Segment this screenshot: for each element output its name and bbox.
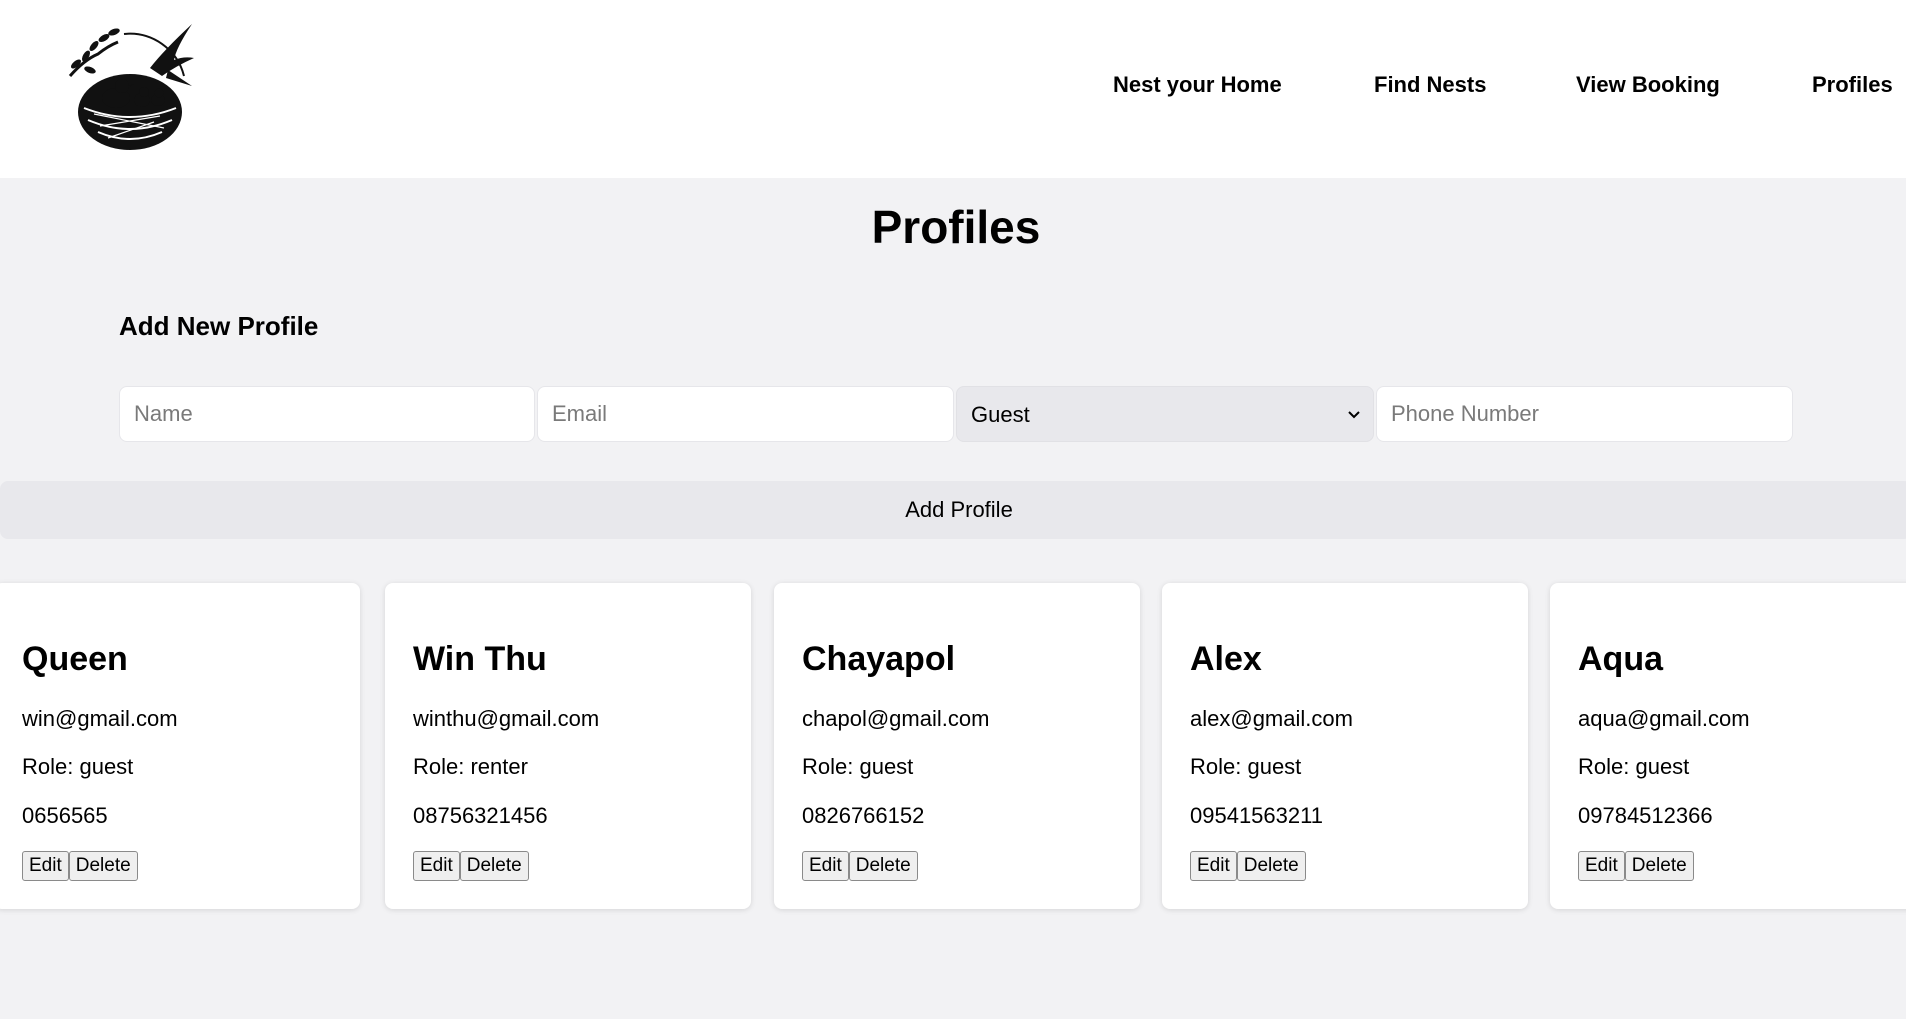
page-title: Profiles bbox=[871, 201, 1041, 253]
profile-phone: 09784512366 bbox=[1578, 803, 1713, 828]
profile-phone: 09541563211 bbox=[1190, 803, 1323, 828]
profile-role: Role: guest bbox=[1190, 754, 1302, 779]
profile-role: Role: renter bbox=[413, 754, 528, 779]
profile-role: Role: guest bbox=[802, 754, 914, 779]
profile-phone: 0656565 bbox=[22, 803, 108, 828]
phone-number-input[interactable] bbox=[1376, 386, 1793, 442]
delete-button[interactable]: Delete bbox=[848, 851, 918, 881]
profile-name: Aqua bbox=[1578, 640, 1663, 678]
profile-card: Aqua aqua@gmail.com Role: guest 09784512… bbox=[1550, 583, 1906, 909]
profile-actions: Edit Delete bbox=[1190, 851, 1306, 881]
edit-button[interactable]: Edit bbox=[22, 851, 69, 881]
profile-name: Alex bbox=[1190, 640, 1262, 678]
role-select[interactable]: Guest bbox=[956, 386, 1374, 442]
delete-button[interactable]: Delete bbox=[68, 851, 138, 881]
add-profile-button[interactable]: Add Profile bbox=[0, 481, 1906, 539]
profile-actions: Edit Delete bbox=[802, 851, 918, 881]
nav-link-view-booking[interactable]: View Booking bbox=[1576, 72, 1720, 98]
edit-button[interactable]: Edit bbox=[1190, 851, 1237, 881]
profile-email: aqua@gmail.com bbox=[1578, 706, 1750, 731]
profile-email: alex@gmail.com bbox=[1190, 706, 1353, 731]
profile-actions: Edit Delete bbox=[413, 851, 529, 881]
edit-button[interactable]: Edit bbox=[413, 851, 460, 881]
edit-button[interactable]: Edit bbox=[802, 851, 849, 881]
profile-actions: Edit Delete bbox=[1578, 851, 1694, 881]
nav-link-nest-your-home[interactable]: Nest your Home bbox=[1113, 72, 1282, 98]
profile-card: Alex alex@gmail.com Role: guest 09541563… bbox=[1162, 583, 1528, 909]
profile-name: Queen bbox=[22, 640, 128, 678]
profile-name: Chayapol bbox=[802, 640, 956, 678]
chevron-down-icon bbox=[1347, 387, 1361, 467]
nav-link-profiles[interactable]: Profiles bbox=[1812, 72, 1893, 98]
nav-link-find-nests[interactable]: Find Nests bbox=[1374, 72, 1486, 98]
profile-role: Role: guest bbox=[1578, 754, 1690, 779]
profile-email: chapol@gmail.com bbox=[802, 706, 990, 731]
site-header: Nest your Home Find Nests View Booking P… bbox=[0, 0, 1906, 178]
delete-button[interactable]: Delete bbox=[459, 851, 529, 881]
add-profile-heading: Add New Profile bbox=[119, 311, 319, 341]
name-input[interactable] bbox=[119, 386, 535, 442]
profile-email: win@gmail.com bbox=[22, 706, 178, 731]
profile-email: winthu@gmail.com bbox=[413, 706, 600, 731]
profile-actions: Edit Delete bbox=[22, 851, 138, 881]
role-select-value: Guest bbox=[971, 402, 1030, 427]
profile-phone: 08756321456 bbox=[413, 803, 548, 828]
profile-card: Win Thu winthu@gmail.com Role: renter 08… bbox=[385, 583, 751, 909]
nest-birds-logo[interactable] bbox=[64, 20, 196, 154]
profile-card: Chayapol chapol@gmail.com Role: guest 08… bbox=[774, 583, 1140, 909]
delete-button[interactable]: Delete bbox=[1236, 851, 1306, 881]
profile-phone: 0826766152 bbox=[802, 803, 925, 828]
edit-button[interactable]: Edit bbox=[1578, 851, 1625, 881]
profile-name: Win Thu bbox=[413, 640, 547, 678]
profile-card: Queen win@gmail.com Role: guest 0656565 … bbox=[0, 583, 360, 909]
email-input[interactable] bbox=[537, 386, 954, 442]
profile-role: Role: guest bbox=[22, 754, 134, 779]
delete-button[interactable]: Delete bbox=[1624, 851, 1694, 881]
